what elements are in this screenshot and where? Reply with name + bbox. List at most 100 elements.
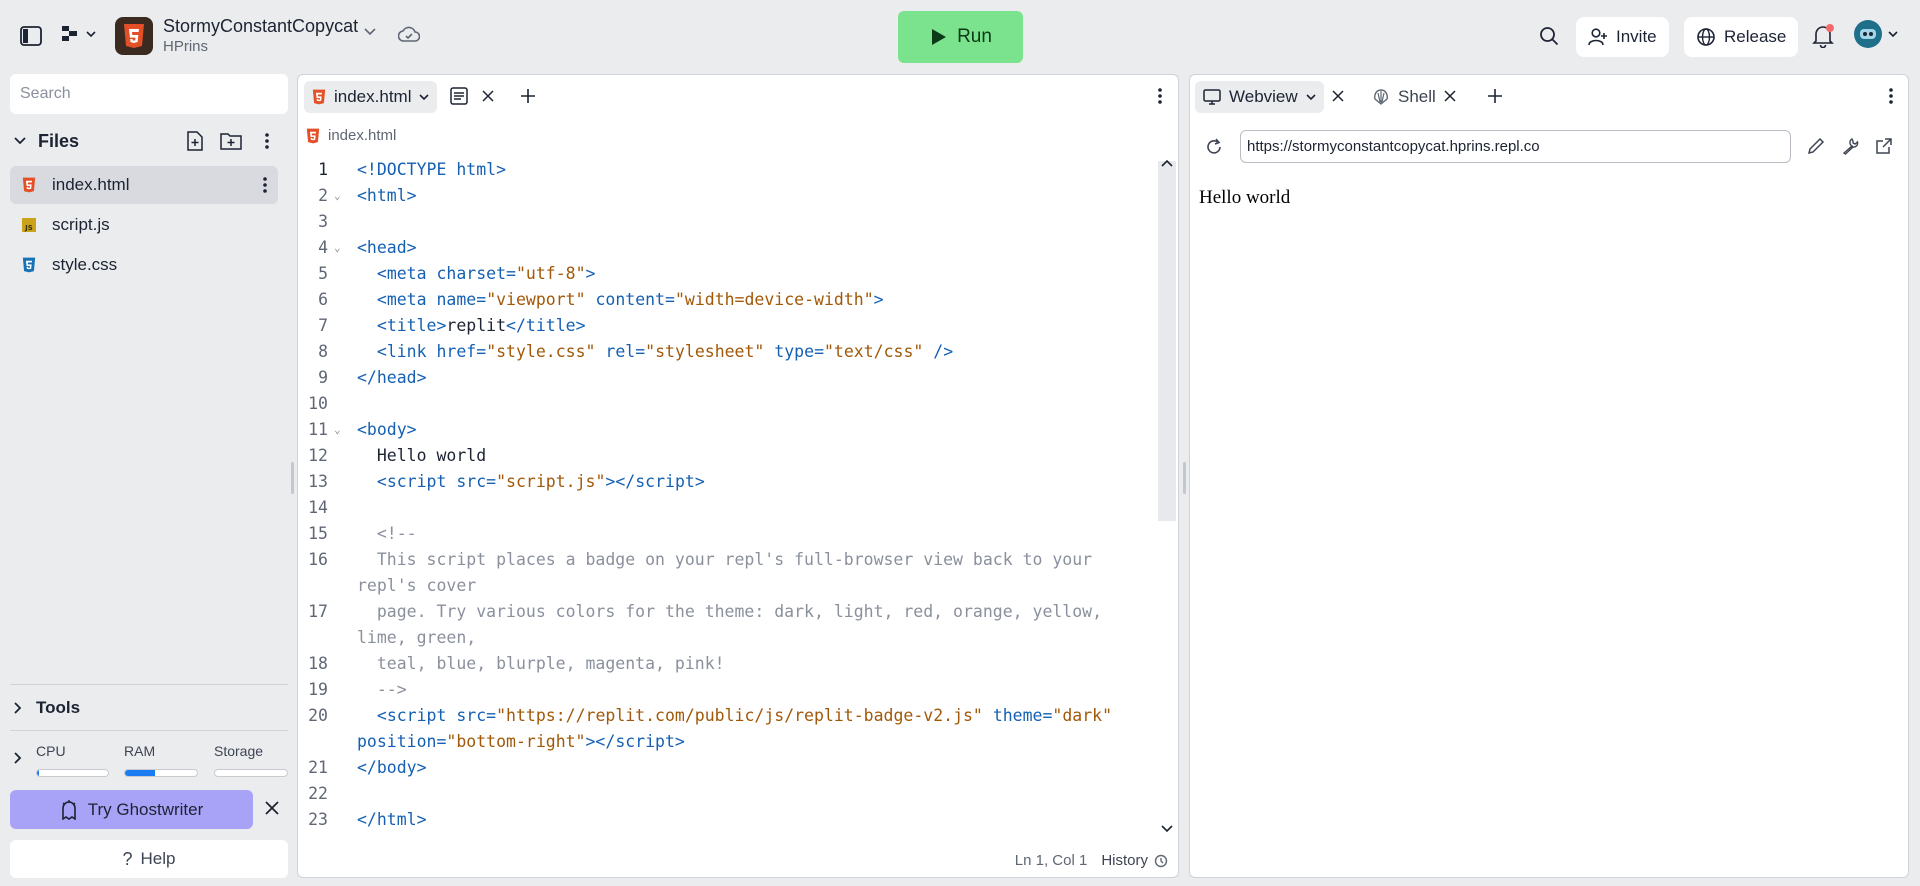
search-input[interactable]: Search xyxy=(10,74,288,114)
close-tab-icon[interactable] xyxy=(1332,90,1344,102)
new-folder-icon[interactable] xyxy=(220,132,242,150)
invite-label: Invite xyxy=(1616,27,1657,46)
file-item-script-js[interactable]: JS script.js xyxy=(10,206,278,244)
search-placeholder: Search xyxy=(20,85,71,102)
repl-owner[interactable]: HPrins xyxy=(163,38,208,55)
question-mark-icon: ? xyxy=(122,848,133,869)
file-item-index-html[interactable]: index.html xyxy=(10,166,278,204)
help-label: Help xyxy=(140,849,176,868)
code-text: </body> xyxy=(357,758,427,777)
fold-chevron-icon[interactable]: ⌄ xyxy=(334,183,341,209)
code-text: page. Try various colors for the theme: … xyxy=(357,602,1112,647)
new-tab-icon[interactable] xyxy=(1486,87,1504,105)
repl-html5-logo[interactable] xyxy=(115,17,153,55)
new-tab-icon[interactable] xyxy=(519,87,537,105)
try-ghostwriter-label: Try Ghostwriter xyxy=(87,799,204,819)
more-options-icon[interactable] xyxy=(262,176,268,194)
code-editor-pane: index.html index.html 1 <!DOCTYPE html> 2 ⌄… xyxy=(297,74,1179,878)
release-button[interactable]: Release xyxy=(1684,17,1799,57)
line-number: 12 xyxy=(308,446,328,465)
html5-icon xyxy=(306,128,320,143)
css3-icon xyxy=(22,257,36,273)
files-header-label: Files xyxy=(38,130,80,151)
line-number: 21 xyxy=(308,758,328,777)
line-number: 3 xyxy=(318,212,328,231)
help-button[interactable]: ? Help xyxy=(10,840,288,878)
cloud-sync-icon[interactable] xyxy=(398,26,420,44)
code-text: <html> xyxy=(357,186,417,205)
close-tab-icon[interactable] xyxy=(1444,90,1456,102)
tab-index-html[interactable]: index.html xyxy=(304,81,438,113)
js-icon: JS xyxy=(22,218,36,232)
top-bar: StormyConstantCopycat HPrins Run Invite … xyxy=(0,0,1920,72)
code-text: --> xyxy=(357,680,407,699)
code-area[interactable]: 1 <!DOCTYPE html> 2 ⌄ <html> 3 4 ⌄ <head> 5 <meta… xyxy=(298,157,1158,837)
file-item-style-css[interactable]: style.css xyxy=(10,246,278,284)
history-button[interactable]: History xyxy=(1101,852,1168,869)
breadcrumb-file[interactable]: index.html xyxy=(328,127,396,144)
close-tab-icon[interactable] xyxy=(482,90,494,102)
robot-avatar-icon xyxy=(1860,29,1876,39)
sidebar-toggle-icon[interactable] xyxy=(18,24,44,48)
code-text: <meta name="viewport" content="width=dev… xyxy=(357,290,884,309)
more-options-icon[interactable] xyxy=(264,132,270,150)
run-button[interactable]: Run xyxy=(898,11,1023,63)
tab-shell[interactable]: Shell xyxy=(1364,81,1444,113)
open-new-window-icon[interactable] xyxy=(1875,137,1893,155)
storage-label: Storage xyxy=(214,743,264,759)
url-input[interactable]: https://stormyconstantcopycat.hprins.rep… xyxy=(1240,130,1791,163)
new-file-icon[interactable] xyxy=(186,131,204,151)
account-menu[interactable] xyxy=(1854,20,1898,48)
replit-menu-button[interactable] xyxy=(60,24,96,44)
shell-icon xyxy=(1374,89,1388,105)
file-item-label: script.js xyxy=(52,215,110,234)
fold-chevron-icon[interactable]: ⌄ xyxy=(334,417,341,443)
code-text: <body> xyxy=(357,420,417,439)
release-label: Release xyxy=(1724,27,1787,46)
sidebar-resize-handle[interactable] xyxy=(291,462,294,494)
chevron-down-icon[interactable] xyxy=(1306,93,1316,101)
svg-text:JS: JS xyxy=(24,224,33,232)
repl-chevron-down-icon[interactable] xyxy=(364,28,376,36)
edit-pencil-icon[interactable] xyxy=(1807,137,1825,155)
repl-name[interactable]: StormyConstantCopycat xyxy=(163,16,358,37)
editor-scrollbar-thumb[interactable] xyxy=(1158,161,1176,521)
line-number: 22 xyxy=(308,784,328,803)
sidebar-divider xyxy=(10,684,288,685)
more-options-icon[interactable] xyxy=(1157,87,1163,105)
chevron-down-icon[interactable] xyxy=(14,137,26,145)
ram-usage-bar xyxy=(124,769,198,777)
scroll-down-icon[interactable] xyxy=(1161,825,1173,833)
tools-label: Tools xyxy=(36,698,81,717)
resources-toggle[interactable] xyxy=(14,752,22,764)
globe-icon xyxy=(1697,28,1715,46)
notifications-bell-icon[interactable] xyxy=(1812,24,1834,48)
cpu-usage-bar xyxy=(36,769,109,777)
webview-pane: Webview Shell https://stormyconstantcopy… xyxy=(1189,74,1909,878)
reload-icon[interactable] xyxy=(1204,137,1224,157)
tab-webview[interactable]: Webview xyxy=(1195,81,1324,113)
tab-label: Shell xyxy=(1398,87,1436,106)
replit-logo-icon xyxy=(62,26,77,41)
fold-chevron-icon[interactable]: ⌄ xyxy=(334,235,341,261)
invite-button[interactable]: Invite xyxy=(1576,17,1669,57)
pane-resize-handle[interactable] xyxy=(1183,462,1186,494)
code-text: Hello world xyxy=(357,446,487,465)
search-icon[interactable] xyxy=(1539,26,1559,46)
cursor-position[interactable]: Ln 1, Col 1 xyxy=(1015,852,1088,869)
code-text: <meta charset="utf-8"> xyxy=(357,264,596,283)
more-options-icon[interactable] xyxy=(1888,87,1894,105)
line-number: 2 xyxy=(318,186,328,205)
close-ghostwriter-icon[interactable] xyxy=(264,800,280,816)
tools-section-toggle[interactable]: Tools xyxy=(14,698,80,718)
file-preview-icon[interactable] xyxy=(450,87,468,105)
html5-icon xyxy=(22,177,36,193)
try-ghostwriter-button[interactable]: Try Ghostwriter xyxy=(10,790,253,829)
devtools-wrench-icon[interactable] xyxy=(1841,137,1859,155)
code-text: <script src="script.js"></script> xyxy=(357,472,705,491)
line-number: 1 xyxy=(318,160,328,179)
chevron-down-icon[interactable] xyxy=(419,93,430,101)
line-number: 8 xyxy=(318,342,328,361)
scroll-up-icon[interactable] xyxy=(1161,159,1173,167)
files-header: Files xyxy=(10,126,288,156)
